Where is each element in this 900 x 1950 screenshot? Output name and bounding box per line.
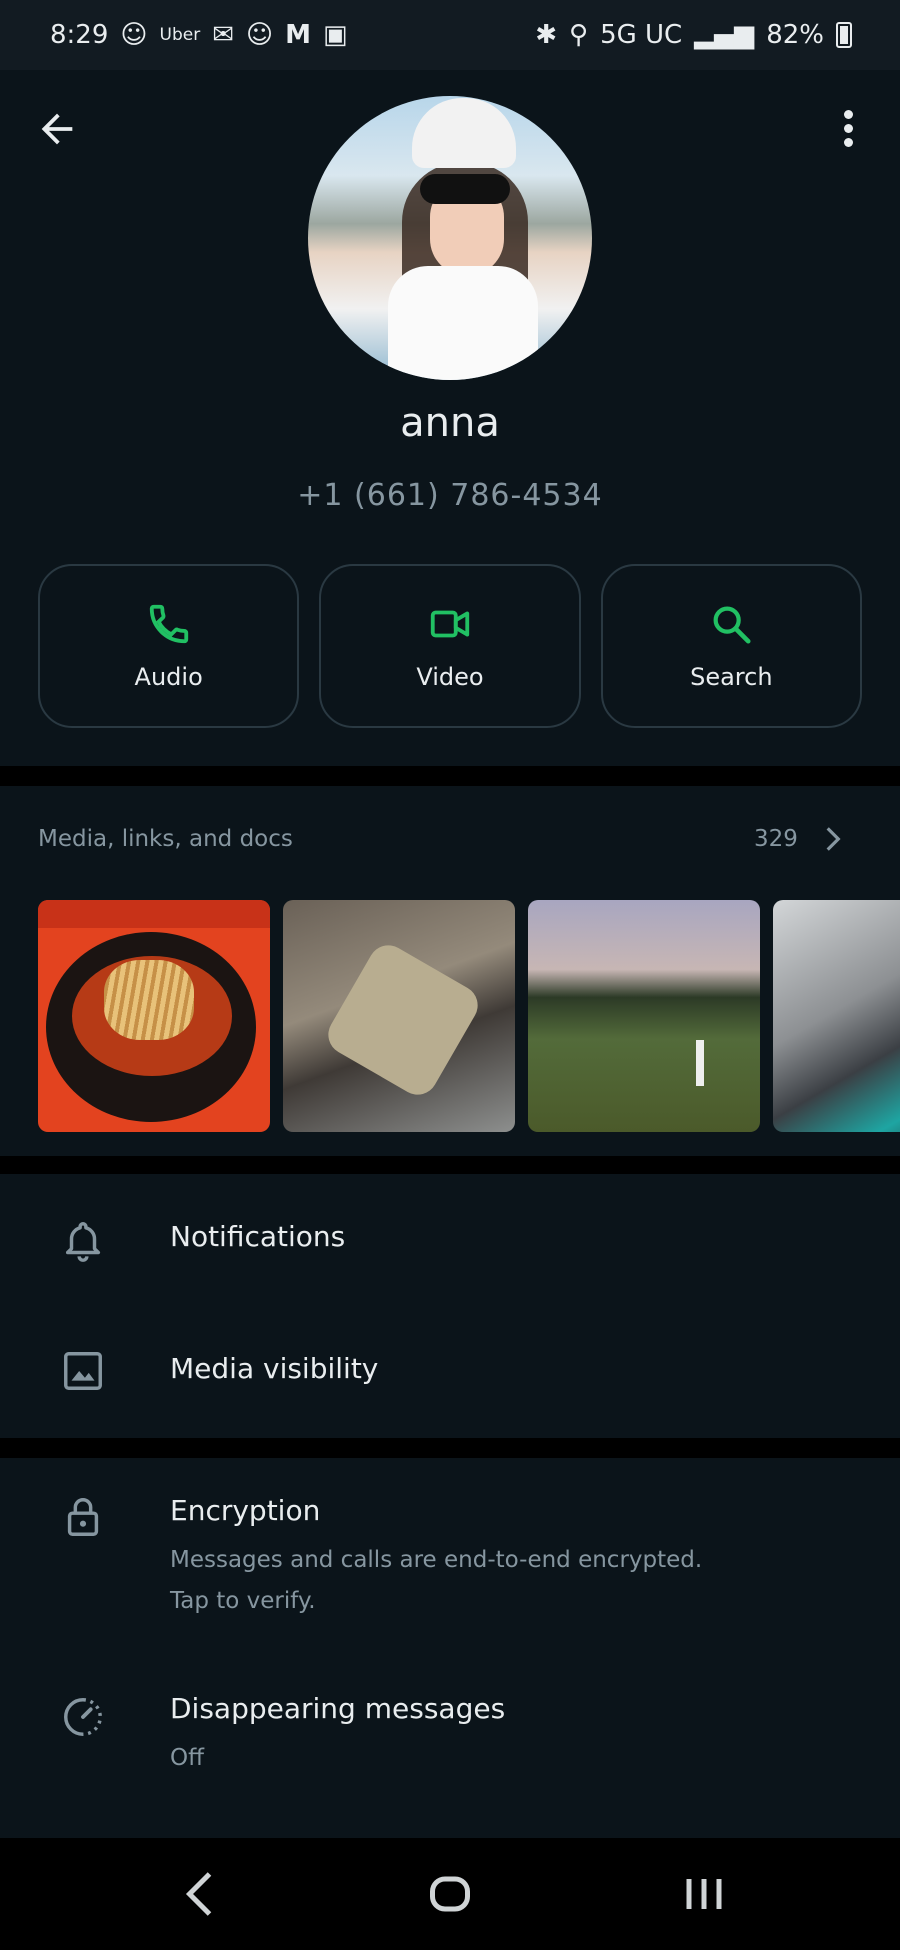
nav-recents-icon[interactable] bbox=[674, 1864, 734, 1924]
more-options-button[interactable] bbox=[836, 110, 860, 160]
disappearing-messages-row[interactable]: Disappearing messages Off bbox=[0, 1658, 900, 1838]
gallery-icon: ▣ bbox=[322, 20, 348, 50]
clock-time: 8:29 bbox=[50, 20, 109, 50]
back-button[interactable] bbox=[34, 106, 80, 152]
audio-label: Audio bbox=[134, 663, 203, 691]
network-type: 5G UC bbox=[600, 20, 683, 50]
battery-icon bbox=[836, 22, 852, 48]
settings-group-1: Notifications Media visibility bbox=[0, 1174, 900, 1438]
media-thumbnail[interactable] bbox=[283, 900, 515, 1132]
media-thumbnail[interactable] bbox=[773, 900, 900, 1132]
notifications-label: Notifications bbox=[170, 1220, 346, 1253]
system-nav-bar bbox=[0, 1838, 900, 1950]
video-call-button[interactable]: Video bbox=[319, 564, 581, 728]
bluetooth-icon: ✱ bbox=[535, 20, 558, 50]
status-bar: 8:29 ☺ Uber ✉ ☺ M ▣ ✱ ⚲ 5G UC ▂▄▆ 82% bbox=[0, 0, 900, 70]
location-icon: ⚲ bbox=[569, 20, 589, 50]
encryption-row[interactable]: Encryption Messages and calls are end-to… bbox=[0, 1458, 900, 1658]
search-icon bbox=[713, 606, 751, 644]
media-thumbnails bbox=[38, 900, 900, 1134]
section-divider bbox=[0, 1438, 900, 1458]
settings-group-2: Encryption Messages and calls are end-to… bbox=[0, 1458, 900, 1838]
uber-icon: Uber bbox=[159, 25, 201, 45]
media-title: Media, links, and docs bbox=[38, 826, 293, 852]
lock-icon bbox=[67, 1498, 99, 1536]
dot-icon bbox=[843, 110, 853, 119]
encryption-title: Encryption bbox=[170, 1494, 321, 1527]
audio-call-button[interactable]: Audio bbox=[38, 564, 300, 728]
status-left: 8:29 ☺ Uber ✉ ☺ M ▣ bbox=[50, 20, 348, 50]
arrow-left-icon bbox=[41, 113, 73, 145]
nav-back-icon[interactable] bbox=[172, 1864, 232, 1924]
encryption-description-line2: Tap to verify. bbox=[170, 1588, 316, 1614]
waze-mail-icon: ☺ bbox=[245, 20, 274, 50]
encryption-description-line1: Messages and calls are end-to-end encryp… bbox=[170, 1547, 703, 1573]
search-label: Search bbox=[690, 663, 773, 691]
media-thumbnail[interactable] bbox=[38, 900, 270, 1132]
video-label: Video bbox=[416, 663, 484, 691]
waze-icon: ☺ bbox=[120, 20, 148, 50]
video-icon bbox=[430, 610, 470, 638]
media-count: 329 bbox=[754, 826, 798, 852]
disappearing-messages-title: Disappearing messages bbox=[170, 1692, 506, 1725]
timer-icon bbox=[64, 1698, 102, 1736]
nav-home-icon[interactable] bbox=[420, 1864, 480, 1924]
phone-icon bbox=[149, 604, 188, 644]
bell-icon bbox=[65, 1222, 101, 1262]
status-right: ✱ ⚲ 5G UC ▂▄▆ 82% bbox=[535, 20, 852, 50]
search-button[interactable]: Search bbox=[600, 564, 862, 728]
media-visibility-label: Media visibility bbox=[170, 1352, 379, 1385]
action-buttons: Audio Video Search bbox=[38, 564, 862, 728]
media-thumbnail[interactable] bbox=[528, 900, 760, 1132]
section-divider bbox=[0, 766, 900, 786]
media-section[interactable]: Media, links, and docs 329 bbox=[0, 786, 900, 1156]
disappearing-messages-value: Off bbox=[170, 1745, 204, 1771]
contact-name: anna bbox=[400, 400, 500, 446]
contact-phone: +1 (661) 786-4534 bbox=[297, 478, 603, 513]
image-icon bbox=[64, 1352, 102, 1390]
dot-icon bbox=[843, 138, 853, 147]
contact-header: anna +1 (661) 786-4534 Audio Video Searc… bbox=[0, 70, 900, 770]
section-divider bbox=[0, 1156, 900, 1174]
notifications-row[interactable]: Notifications bbox=[0, 1174, 900, 1306]
dot-icon bbox=[843, 124, 853, 133]
signal-icon: ▂▄▆ bbox=[694, 20, 755, 50]
gmail-icon: ✉ bbox=[212, 20, 234, 50]
media-visibility-row[interactable]: Media visibility bbox=[0, 1306, 900, 1438]
contact-avatar[interactable] bbox=[308, 96, 592, 380]
m-app-icon: M bbox=[285, 20, 311, 50]
battery-percent: 82% bbox=[766, 20, 824, 50]
chevron-right-icon[interactable] bbox=[820, 822, 846, 856]
